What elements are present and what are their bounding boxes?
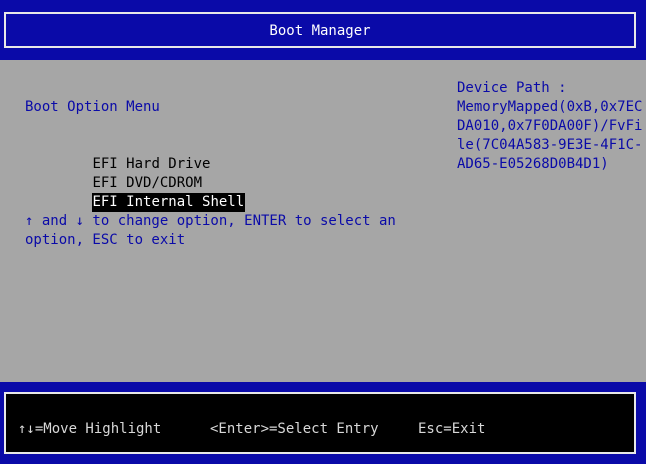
- device-path-panel: Device Path : MemoryMapped(0xB,0x7EC DA0…: [457, 79, 643, 174]
- boot-option-label: EFI DVD/CDROM: [92, 175, 203, 191]
- main-panel: Boot Option Menu EFI Hard Drive EFI DVD/…: [0, 60, 646, 382]
- help-text: ↑ and ↓ to change option, ENTER to selec…: [25, 213, 396, 248]
- boot-option-label: EFI Hard Drive: [92, 156, 211, 172]
- device-path-line: le(7C04A583-9E3E-4F1C-: [457, 137, 643, 153]
- move-highlight-hint: ↑↓=Move Highlight: [18, 421, 162, 437]
- boot-manager-screen: Boot Manager Boot Option Menu EFI Hard D…: [0, 0, 646, 464]
- header-box: Boot Manager: [4, 12, 636, 48]
- boot-option-label: EFI Internal Shell: [92, 193, 246, 212]
- key-hint-bar: ↑↓=Move Highlight <Enter>=Select Entry E…: [4, 392, 636, 454]
- footer-band: ↑↓=Move Highlight <Enter>=Select Entry E…: [0, 382, 646, 464]
- header-band: Boot Manager: [0, 0, 646, 60]
- boot-option-hard-drive[interactable]: EFI Hard Drive: [25, 136, 245, 172]
- select-entry-hint: <Enter>=Select Entry: [210, 421, 379, 437]
- page-title: Boot Manager: [269, 23, 371, 39]
- device-path-line: DA010,0x7F0DA00F)/FvFi: [457, 118, 643, 134]
- device-path-label: Device Path :: [457, 80, 567, 96]
- device-path-line: AD65-E05268D0B4D1): [457, 156, 609, 172]
- exit-hint: Esc=Exit: [418, 421, 486, 437]
- boot-option-list: EFI Hard Drive EFI DVD/CDROM EFI Interna…: [25, 136, 246, 212]
- menu-title: Boot Option Menu: [25, 99, 160, 115]
- device-path-line: MemoryMapped(0xB,0x7EC: [457, 99, 643, 115]
